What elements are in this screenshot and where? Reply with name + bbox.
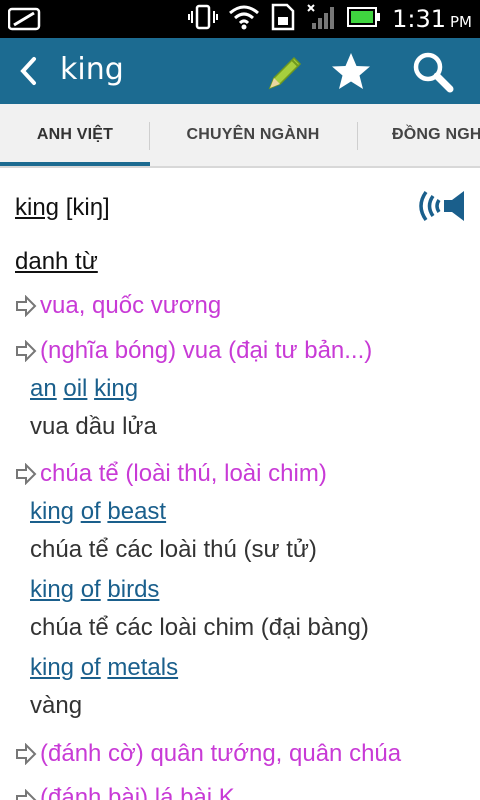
sense-meaning: (đánh bài) lá bài K: [40, 784, 235, 800]
example-word-link[interactable]: of: [81, 498, 101, 525]
example-word-link[interactable]: of: [81, 654, 101, 681]
sense-meaning: (đánh cờ) quân tướng, quân chúa: [40, 740, 402, 767]
tab-dong-nghia[interactable]: ĐỒNG NGHĨA: [368, 104, 480, 166]
example-word-link[interactable]: king: [94, 375, 138, 402]
example-word-link[interactable]: beast: [107, 498, 166, 525]
example-phrase: king of metals: [30, 654, 178, 682]
example-word-link[interactable]: oil: [63, 375, 87, 402]
sense-meaning: chúa tể (loài thú, loài chim): [40, 460, 327, 487]
arrow-right-icon: [16, 295, 37, 317]
part-of-speech: danh từ: [15, 248, 98, 275]
example-phrase: king of beast: [30, 498, 166, 526]
tab-bar: ANH VIỆT CHUYÊN NGÀNH ĐỒNG NGHĨA: [0, 104, 480, 168]
clock: 1:31 PM: [392, 5, 472, 33]
example-word-link[interactable]: king: [30, 576, 74, 603]
search-icon[interactable]: [410, 50, 454, 94]
arrow-right-icon: [16, 340, 37, 362]
example-translation: chúa tể các loài chim (đại bàng): [30, 614, 369, 641]
pencil-icon[interactable]: [262, 50, 306, 94]
tab-divider: [357, 122, 358, 150]
speaker-icon[interactable]: [412, 186, 468, 226]
battery-icon: [346, 6, 382, 33]
example-word-link[interactable]: of: [81, 576, 101, 603]
example-phrase: king of birds: [30, 576, 159, 604]
sense-meaning: (nghĩa bóng) vua (đại tư bản...): [40, 337, 373, 364]
example-word-link[interactable]: metals: [107, 654, 178, 681]
sd-card-icon: [270, 3, 296, 36]
notification-icon: [7, 6, 42, 37]
wifi-icon: [228, 4, 260, 35]
vibrate-icon: [188, 4, 219, 35]
example-translation: vàng: [30, 692, 83, 719]
headword[interactable]: king: [15, 194, 59, 221]
app-bar: king: [0, 38, 480, 104]
signal-icon: [306, 3, 336, 36]
pronunciation: [kiŋ]: [65, 194, 110, 221]
example-word-link[interactable]: king: [30, 498, 74, 525]
example-translation: vua dầu lửa: [30, 413, 157, 440]
status-bar: 1:31 PM: [0, 0, 480, 38]
example-word-link[interactable]: an: [30, 375, 57, 402]
star-icon[interactable]: [329, 50, 373, 94]
example-word-link[interactable]: king: [30, 654, 74, 681]
sense-meaning: vua, quốc vương: [40, 292, 222, 319]
example-word-link[interactable]: birds: [107, 576, 159, 603]
arrow-right-icon: [16, 743, 37, 765]
headword-line: king [kiŋ]: [15, 194, 110, 222]
arrow-right-icon: [16, 463, 37, 485]
arrow-right-icon: [16, 789, 37, 800]
back-icon[interactable]: [14, 56, 44, 86]
entry-content: king [kiŋ] danh từ vua, quốc vương (nghĩ…: [0, 170, 480, 800]
example-phrase: an oil king: [30, 375, 138, 403]
tab-chuyen-nganh[interactable]: CHUYÊN NGÀNH: [150, 104, 356, 166]
tab-anh-viet[interactable]: ANH VIỆT: [0, 104, 150, 166]
example-translation: chúa tể các loài thú (sư tử): [30, 536, 317, 563]
page-title: king: [60, 52, 124, 87]
active-tab-indicator: [0, 162, 150, 166]
